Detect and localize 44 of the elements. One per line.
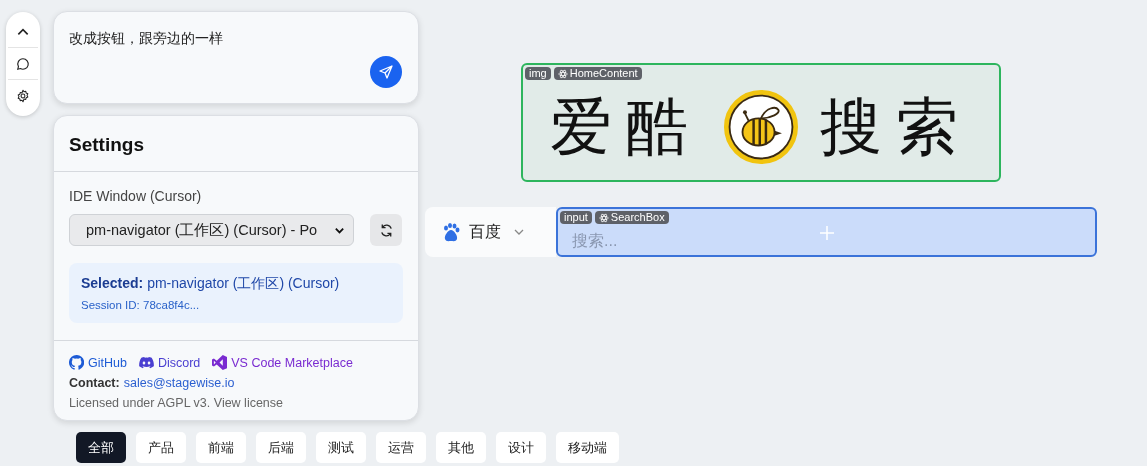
game-controller-icon bbox=[138, 355, 154, 370]
category-tab[interactable]: 设计 bbox=[496, 432, 546, 463]
settings-title: Settings bbox=[54, 116, 418, 172]
chat-panel[interactable]: 改成按钮，跟旁边的一样 bbox=[53, 11, 419, 104]
inspector-tag: SearchBox bbox=[594, 211, 669, 224]
search-engine-dropdown[interactable]: 百度 bbox=[425, 207, 556, 257]
paw-icon bbox=[441, 222, 461, 242]
selected-window-text: Selected: pm-navigator (工作区) (Cursor) bbox=[81, 275, 341, 293]
inspector-tag: input bbox=[560, 211, 592, 224]
logo-text: 搜索 bbox=[820, 90, 972, 163]
send-button[interactable] bbox=[370, 56, 402, 88]
send-icon bbox=[378, 64, 394, 80]
footer-link[interactable]: GitHub bbox=[69, 355, 127, 370]
bee-logo-icon bbox=[724, 89, 798, 164]
category-tab[interactable]: 测试 bbox=[316, 432, 366, 463]
contact-label: Contact: bbox=[69, 376, 120, 390]
ide-window-select[interactable]: pm-navigator (工作区) (Cursor) - Po bbox=[69, 214, 354, 246]
plus-icon bbox=[819, 225, 835, 241]
refresh-button[interactable] bbox=[370, 214, 402, 246]
category-tab[interactable]: 全部 bbox=[76, 432, 126, 463]
license-text: Licensed under AGPL v3. View license bbox=[69, 396, 285, 410]
logo-text: 爱酷 bbox=[550, 90, 702, 163]
github-icon bbox=[69, 355, 84, 370]
atom-icon bbox=[557, 68, 568, 79]
inspector-tag: img bbox=[525, 67, 551, 80]
chat-bubble-icon bbox=[16, 56, 30, 71]
footer-link[interactable]: VS Code Marketplace bbox=[212, 355, 353, 370]
inspector-tag: HomeContent bbox=[553, 67, 642, 80]
atom-icon bbox=[598, 212, 609, 223]
category-tab[interactable]: 运营 bbox=[376, 432, 426, 463]
category-tab[interactable]: 后端 bbox=[256, 432, 306, 463]
footer-link[interactable]: Discord bbox=[138, 355, 201, 370]
category-tab[interactable]: 前端 bbox=[196, 432, 246, 463]
refresh-icon bbox=[378, 222, 394, 238]
ide-window-label: IDE Window (Cursor) bbox=[69, 188, 203, 204]
chat-input-field[interactable]: 改成按钮，跟旁边的一样 bbox=[54, 12, 389, 70]
search-input[interactable]: 搜索... bbox=[572, 231, 692, 251]
category-tab[interactable]: 移动端 bbox=[556, 432, 619, 463]
category-tab[interactable]: 其他 bbox=[436, 432, 486, 463]
code-editor-icon bbox=[212, 355, 228, 370]
settings-icon bbox=[16, 89, 30, 103]
contact-email-link[interactable]: sales@stagewise.io bbox=[123, 376, 235, 390]
category-tab[interactable]: 产品 bbox=[136, 432, 186, 463]
session-id-text: Session ID: 78ca8f4c... bbox=[81, 299, 201, 311]
